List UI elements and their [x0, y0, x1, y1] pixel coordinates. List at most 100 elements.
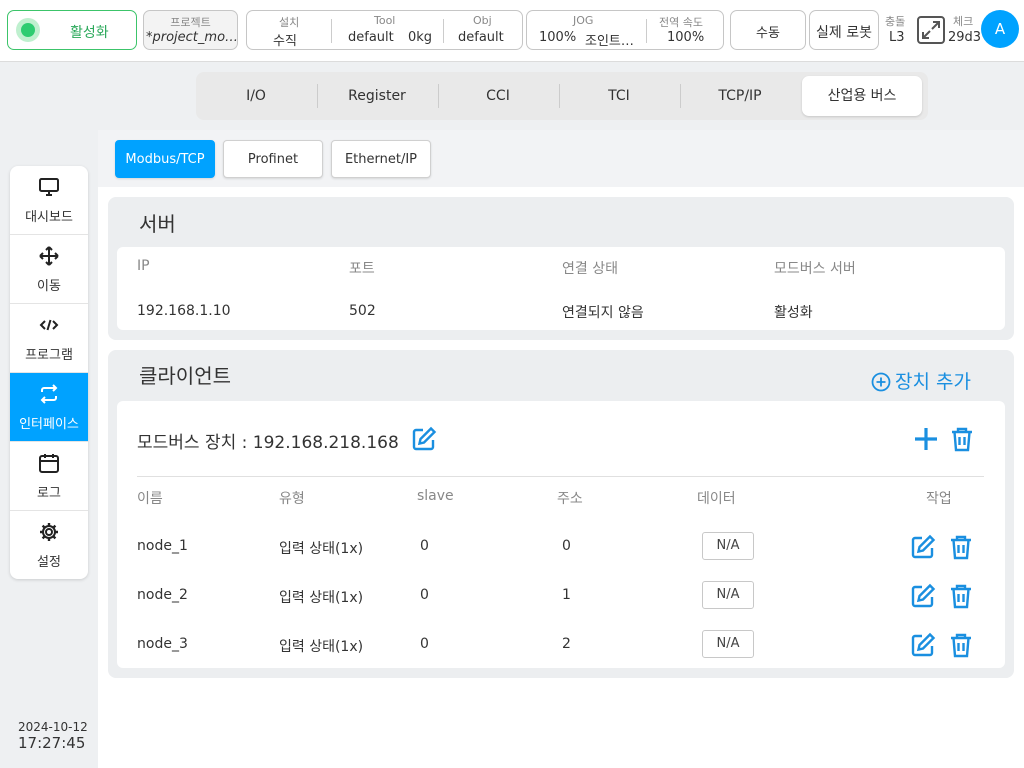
row-address: 2 [562, 636, 571, 652]
row-name: node_3 [137, 636, 188, 652]
tab-industrial-bus[interactable]: 산업용 버스 [802, 76, 922, 116]
avatar-letter: A [994, 20, 1006, 38]
edit-icon[interactable] [910, 632, 936, 658]
obj-value: default [458, 30, 504, 45]
expand-icon[interactable] [916, 15, 946, 45]
check-label: 체크 [953, 15, 974, 28]
install-value: 수직 [273, 34, 297, 49]
server-card: IP 포트 연결 상태 모드버스 서버 192.168.1.10 502 연결되… [117, 247, 1005, 330]
row-slave: 0 [420, 538, 429, 554]
time-display: 17:27:45 [18, 734, 86, 752]
server-ip: 192.168.1.10 [137, 303, 231, 319]
activate-label: 활성화 [70, 25, 109, 41]
tab-register[interactable]: Register [317, 76, 437, 116]
server-port: 502 [349, 303, 376, 319]
sidebar-item-interface[interactable]: 인터페이스 [10, 373, 88, 442]
activate-button[interactable]: 활성화 [7, 10, 137, 50]
check-value: 29d3 [948, 30, 982, 45]
client-panel: 클라이언트 장치 추가 모드버스 장치 : 192.168.218.168 이름… [108, 350, 1014, 678]
table-row: node_1 입력 상태(1x) 0 0 N/A [117, 528, 1005, 568]
trash-icon[interactable] [948, 534, 974, 560]
code-icon [39, 319, 59, 331]
sidebar-item-log[interactable]: 로그 [10, 442, 88, 511]
project-button[interactable]: 프로젝트 *project_mo… [143, 10, 238, 50]
server-connection-status: 연결되지 않음 [562, 305, 644, 321]
jog-speed-group[interactable]: JOG 100% 조인트… 전역 속도 100% [526, 10, 724, 50]
plus-circle-icon [871, 372, 891, 392]
subtab-bar: Modbus/TCP Profinet Ethernet/IP [98, 130, 1024, 187]
sidebar-item-label: 이동 [37, 279, 61, 294]
real-robot-label: 실제 로봇 [816, 25, 872, 41]
avatar[interactable]: A [981, 10, 1019, 48]
tab-cci[interactable]: CCI [438, 76, 558, 116]
sidebar-item-label: 인터페이스 [19, 417, 79, 432]
sidebar-item-label: 설정 [37, 555, 61, 570]
manual-button[interactable]: 수동 [730, 10, 806, 50]
main-content: I/O Register CCI TCI TCP/IP 산업용 버스 Modbu… [98, 62, 1024, 768]
trash-icon[interactable] [948, 632, 974, 658]
edit-icon[interactable] [910, 534, 936, 560]
header-name: 이름 [137, 491, 163, 507]
tool-name: default [348, 30, 394, 45]
edit-icon[interactable] [411, 426, 437, 452]
sidebar: 대시보드 이동 프로그램 인터페이스 로그 설정 [10, 166, 88, 579]
setup-group[interactable]: 설치 수직 Tool default 0kg Obj default [246, 10, 523, 50]
global-speed-label: 전역 속도 [659, 16, 703, 29]
device-title: 모드버스 장치 : 192.168.218.168 [137, 433, 399, 453]
sidebar-item-program[interactable]: 프로그램 [10, 304, 88, 373]
server-panel: 서버 IP 포트 연결 상태 모드버스 서버 192.168.1.10 502 … [108, 197, 1014, 340]
sidebar-item-label: 프로그램 [25, 348, 73, 363]
project-name: *project_mo… [146, 30, 239, 45]
row-slave: 0 [420, 587, 429, 603]
row-address: 1 [562, 587, 571, 603]
add-register-icon[interactable] [913, 426, 939, 452]
collision-value: L3 [889, 30, 905, 45]
jog-mode: 조인트… [585, 34, 634, 49]
swap-icon [40, 384, 58, 404]
header-address: 주소 [557, 491, 583, 507]
row-type: 입력 상태(1x) [279, 590, 364, 606]
divider [443, 19, 444, 43]
add-device-button[interactable]: 장치 추가 [871, 366, 991, 394]
calendar-icon [39, 454, 59, 473]
client-title: 클라이언트 [139, 364, 231, 388]
server-title: 서버 [139, 212, 176, 236]
tab-tci[interactable]: TCI [559, 76, 679, 116]
divider [646, 19, 647, 43]
row-slave: 0 [420, 636, 429, 652]
top-bar: 활성화 프로젝트 *project_mo… 설치 수직 Tool default… [0, 0, 1024, 62]
tool-label: Tool [374, 14, 396, 27]
sidebar-item-dashboard[interactable]: 대시보드 [10, 166, 88, 235]
row-data-value: N/A [702, 532, 754, 560]
header-action: 작업 [926, 491, 952, 507]
edit-icon[interactable] [910, 583, 936, 609]
server-header-ip: IP [137, 258, 150, 274]
tabs-bar: I/O Register CCI TCI TCP/IP 산업용 버스 [98, 62, 1024, 130]
install-label: 설치 [279, 16, 300, 29]
modbus-device-card: 모드버스 장치 : 192.168.218.168 이름 유형 slave 주소… [117, 401, 1005, 668]
subtab-profinet[interactable]: Profinet [223, 140, 323, 178]
move-icon [39, 246, 59, 266]
trash-icon[interactable] [948, 583, 974, 609]
row-address: 0 [562, 538, 571, 554]
table-row: node_3 입력 상태(1x) 0 2 N/A [117, 626, 1005, 666]
monitor-icon [39, 178, 59, 196]
real-robot-button[interactable]: 실제 로봇 [809, 10, 879, 50]
row-data-value: N/A [702, 630, 754, 658]
server-modbus-status: 활성화 [774, 305, 813, 321]
collision-label: 충돌 [885, 15, 906, 28]
delete-device-icon[interactable] [949, 426, 975, 452]
tab-tcpip[interactable]: TCP/IP [680, 76, 800, 116]
subtab-ethernet-ip[interactable]: Ethernet/IP [331, 140, 431, 178]
tab-io[interactable]: I/O [196, 76, 316, 116]
tool-weight: 0kg [408, 30, 433, 45]
add-device-label: 장치 추가 [895, 371, 971, 393]
sidebar-item-move[interactable]: 이동 [10, 235, 88, 304]
tab-group: I/O Register CCI TCI TCP/IP 산업용 버스 [196, 72, 928, 120]
sidebar-item-settings[interactable]: 설정 [10, 511, 88, 579]
header-type: 유형 [279, 491, 305, 507]
subtab-modbus-tcp[interactable]: Modbus/TCP [115, 140, 215, 178]
row-name: node_1 [137, 538, 188, 554]
server-header-modbus-server: 모드버스 서버 [774, 261, 856, 277]
server-header-connection: 연결 상태 [562, 261, 618, 277]
